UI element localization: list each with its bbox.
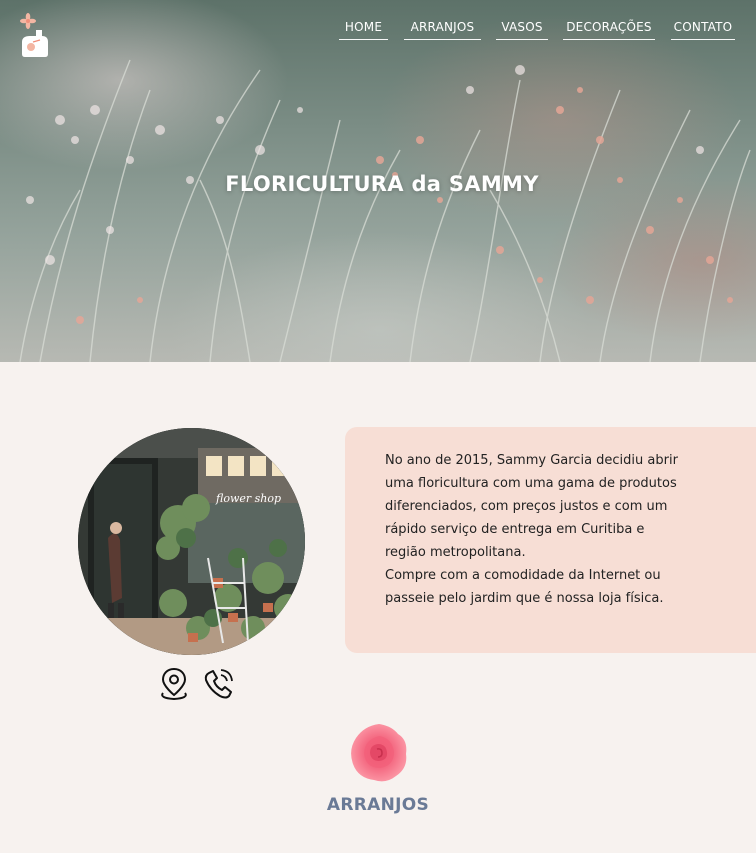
phone-icon[interactable] xyxy=(202,667,234,701)
nav-decoracoes[interactable]: DECORAÇÕES xyxy=(563,20,655,40)
contact-icons xyxy=(158,667,238,703)
nav-contato[interactable]: CONTATO xyxy=(671,20,735,40)
rose-icon xyxy=(351,724,407,782)
hero-title: FLORICULTURA da SAMMY xyxy=(225,172,539,196)
shop-photo: flower shop xyxy=(78,428,305,655)
about-card: No ano de 2015, Sammy Garcia decidiu abr… xyxy=(345,427,756,653)
nav-vasos[interactable]: VASOS xyxy=(496,20,548,40)
section-title-arranjos: ARRANJOS xyxy=(326,795,430,815)
nav-arranjos[interactable]: ARRANJOS xyxy=(404,20,481,40)
main-nav: HOME ARRANJOS VASOS DECORAÇÕES CONTATO xyxy=(0,20,756,42)
about-text: No ano de 2015, Sammy Garcia decidiu abr… xyxy=(385,449,685,610)
hero-banner: HOME ARRANJOS VASOS DECORAÇÕES CONTATO F… xyxy=(0,0,756,362)
shop-sign-text: flower shop xyxy=(215,492,281,505)
location-pin-icon[interactable] xyxy=(158,667,190,701)
about-paragraph-shop: Compre com a comodidade da Internet ou p… xyxy=(385,568,664,606)
about-paragraph-history: No ano de 2015, Sammy Garcia decidiu abr… xyxy=(385,453,678,560)
nav-home[interactable]: HOME xyxy=(339,20,388,40)
shop-front-illustration: flower shop xyxy=(78,428,305,655)
